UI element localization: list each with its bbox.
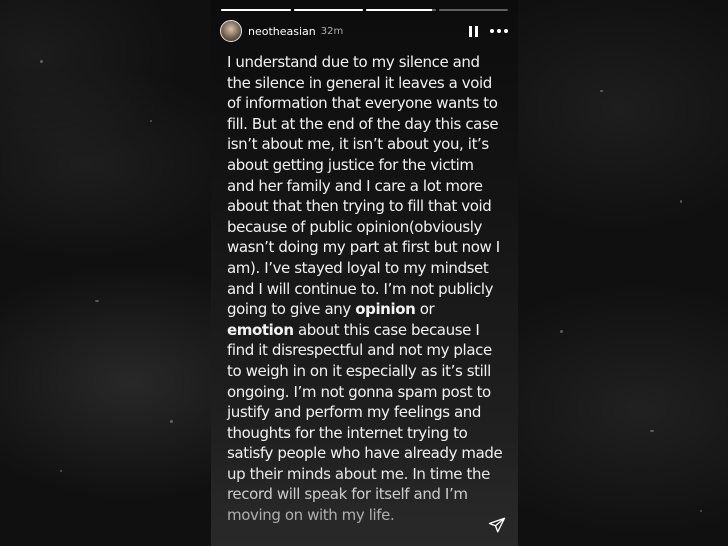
background-speck — [680, 200, 682, 203]
pause-icon[interactable] — [466, 24, 480, 38]
story-text-bold-emotion: emotion — [227, 320, 294, 339]
time-ago: 32m — [320, 25, 344, 37]
story-text: I understand due to my silence and the s… — [227, 52, 504, 526]
avatar[interactable] — [220, 20, 242, 42]
story-text-part: I understand due to my silence and the s… — [227, 53, 500, 319]
story-text-part: or — [415, 300, 435, 319]
username[interactable]: neotheasian — [248, 25, 316, 38]
send-icon[interactable] — [488, 516, 506, 534]
progress-segment-fill — [366, 9, 433, 11]
background-speck — [650, 430, 654, 432]
background-speck — [40, 60, 43, 63]
background-speck — [700, 510, 702, 512]
story-text-part: about this case because I find it disres… — [227, 320, 503, 525]
background-speck — [95, 300, 99, 302]
background-speck — [60, 470, 62, 472]
more-icon[interactable] — [490, 29, 508, 33]
story-progress-bar — [221, 9, 508, 11]
background-speck — [150, 120, 152, 122]
background-speck — [600, 90, 603, 92]
progress-segment — [293, 9, 363, 11]
story-text-bold-opinion: opinion — [355, 300, 416, 319]
progress-segment — [366, 9, 436, 11]
progress-segment — [438, 9, 508, 11]
story-viewer[interactable]: neotheasian 32m I understand due to my s… — [211, 0, 518, 546]
progress-segment-fill — [293, 9, 363, 11]
background-speck — [560, 330, 563, 333]
story-header: neotheasian 32m — [220, 18, 508, 44]
background-speck — [170, 420, 173, 423]
progress-segment — [221, 9, 291, 11]
progress-segment-fill — [221, 9, 291, 11]
